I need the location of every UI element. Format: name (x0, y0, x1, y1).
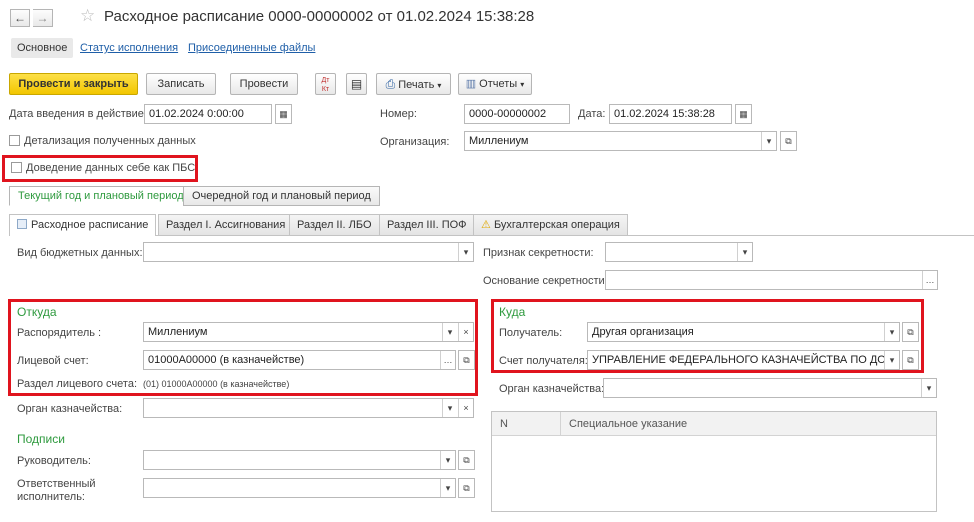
save-button[interactable]: Записать (146, 73, 216, 95)
chevron-down-icon[interactable]: ▾ (442, 399, 457, 417)
budget-type-label: Вид бюджетных данных: (17, 247, 143, 259)
date-label: Дата: (578, 108, 606, 120)
detail-label: Детализация полученных данных (24, 135, 196, 147)
tab-label: Бухгалтерская операция (493, 219, 620, 231)
tab-next-year[interactable]: Очередной год и плановый период (183, 186, 380, 206)
highlight-pbs (2, 155, 198, 182)
ellipsis-icon[interactable]: … (922, 271, 937, 289)
chevron-down-icon[interactable]: ▾ (737, 243, 752, 261)
column-header-n[interactable]: N (500, 418, 508, 430)
list-icon[interactable]: ▤ (346, 73, 367, 95)
post-and-close-button[interactable]: Провести и закрыть (9, 73, 138, 95)
head-field[interactable]: ▾ (143, 450, 456, 470)
date-effective-label: Дата введения в действие: (9, 108, 147, 120)
chevron-down-icon[interactable]: ▾ (458, 243, 473, 261)
to-treasury-field[interactable]: ▾ (603, 378, 937, 398)
column-header-instruction[interactable]: Специальное указание (569, 418, 687, 430)
open-icon[interactable]: ⧉ (458, 450, 475, 470)
from-treasury-label: Орган казначейства: (17, 403, 123, 415)
tab-main[interactable]: Основное (11, 38, 74, 58)
calendar-icon[interactable]: ▦ (275, 104, 292, 124)
head-label: Руководитель: (17, 455, 91, 467)
signatures-title: Подписи (17, 432, 65, 446)
tab-section-1[interactable]: Раздел I. Ассигнования (158, 214, 294, 235)
executor-label-1: Ответственный (17, 478, 96, 490)
reports-label: Отчеты (479, 78, 518, 90)
tab-section-3[interactable]: Раздел III. ПОФ (379, 214, 475, 235)
highlight-from (8, 299, 478, 396)
open-icon[interactable]: ⧉ (780, 131, 797, 151)
number-label: Номер: (380, 108, 417, 120)
document-icon (17, 219, 27, 229)
number-field[interactable]: 0000-00000002 (464, 104, 570, 124)
post-button[interactable]: Провести (230, 73, 298, 95)
tab-section-2[interactable]: Раздел II. ЛБО (289, 214, 380, 235)
printer-icon: ⎙ (385, 77, 396, 91)
secrecy-basis-field[interactable]: … (605, 270, 938, 290)
org-value: Миллениум (469, 135, 529, 147)
tab-execution-status[interactable]: Статус исполнения (80, 42, 178, 54)
chevron-down-icon[interactable]: ▾ (440, 451, 455, 469)
dtkt-icon[interactable]: Дт Кт (315, 73, 336, 95)
to-treasury-label: Орган казначейства: (499, 383, 605, 395)
secrecy-basis-label: Основание секретности: (483, 275, 608, 287)
chevron-down-icon[interactable]: ▾ (761, 132, 776, 150)
clear-icon[interactable]: × (458, 399, 473, 417)
checkbox-box[interactable] (9, 135, 20, 146)
open-icon[interactable]: ⧉ (458, 478, 475, 498)
date-effective-field[interactable]: 01.02.2024 0:00:00 (144, 104, 272, 124)
calendar-icon[interactable]: ▦ (735, 104, 752, 124)
forward-button[interactable]: → (33, 9, 53, 27)
secrecy-field[interactable]: ▾ (605, 242, 753, 262)
warning-icon: ⚠ (481, 219, 491, 231)
tab-expense-schedule[interactable]: Расходное расписание (9, 214, 157, 236)
column-divider (560, 412, 561, 436)
from-treasury-field[interactable]: ▾ × (143, 398, 474, 418)
favorite-star-icon[interactable]: ☆ (80, 6, 95, 26)
tab-accounting-operation[interactable]: ⚠ Бухгалтерская операция (473, 214, 628, 235)
org-field[interactable]: Миллениум ▾ (464, 131, 777, 151)
reports-button[interactable]: ▥ Отчеты ▾ (458, 73, 532, 95)
table-header (492, 412, 936, 436)
back-button[interactable]: ← (10, 9, 30, 27)
org-label: Организация: (380, 136, 450, 148)
highlight-to (491, 299, 924, 373)
tab-current-year[interactable]: Текущий год и плановый период (9, 186, 193, 206)
budget-type-field[interactable]: ▾ (143, 242, 474, 262)
secrecy-label: Признак секретности: (483, 247, 594, 259)
date-field[interactable]: 01.02.2024 15:38:28 (609, 104, 732, 124)
instructions-table[interactable]: N Специальное указание (491, 411, 937, 512)
report-icon: ▥ (465, 78, 477, 90)
tab-label: Расходное расписание (31, 219, 149, 231)
executor-label-2: исполнитель: (17, 491, 85, 503)
print-label: Печать (398, 79, 435, 91)
print-button[interactable]: ⎙ Печать ▾ (376, 73, 451, 95)
chevron-down-icon: ▾ (437, 81, 442, 90)
page-title: Расходное расписание 0000-00000002 от 01… (104, 8, 535, 25)
chevron-down-icon[interactable]: ▾ (921, 379, 936, 397)
tab-attached-files[interactable]: Присоединенные файлы (188, 42, 315, 54)
detail-checkbox[interactable]: Детализация полученных данных (9, 135, 196, 147)
chevron-down-icon: ▾ (520, 80, 525, 89)
chevron-down-icon[interactable]: ▾ (440, 479, 455, 497)
executor-field[interactable]: ▾ (143, 478, 456, 498)
